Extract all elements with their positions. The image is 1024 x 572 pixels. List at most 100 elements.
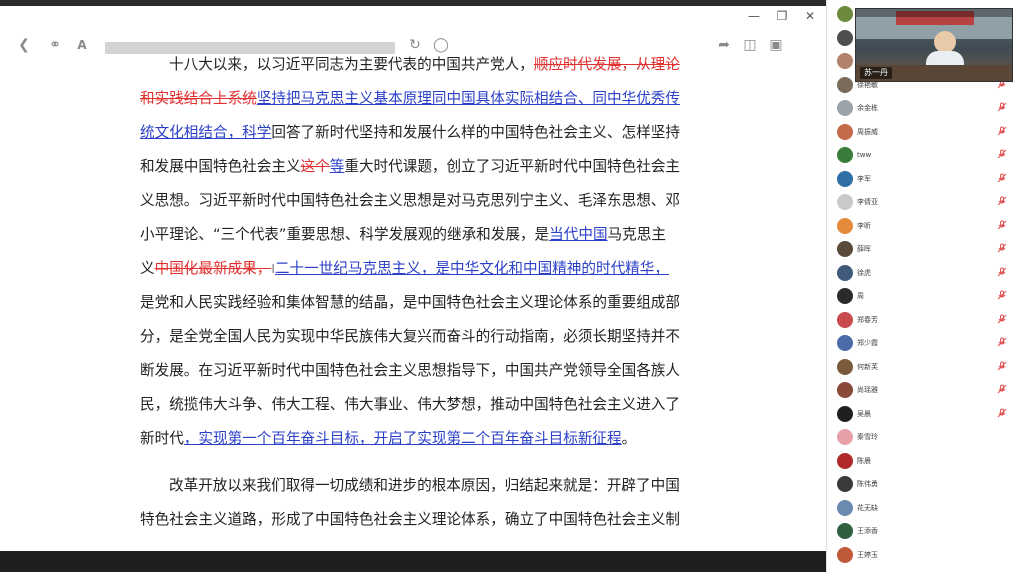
avatar [837,217,853,234]
participant-row[interactable]: 秦雪玲 [827,426,1024,449]
avatar [837,499,853,516]
participant-name: 余金栋 [857,104,878,112]
document-line: 新时代，实现第一个百年奋斗目标，开启了实现第二个百年奋斗目标新征程。 [140,422,700,456]
participant-row[interactable]: 何新芙 [827,356,1024,379]
restore-icon[interactable]: ❐ [776,10,788,22]
participant-row[interactable]: 李昕 [827,215,1024,238]
avatar [837,546,853,563]
document-line: 特色社会主义道路，形成了中国特色社会主义理论体系，确立了中国特色社会主义制 [140,503,700,537]
body-text: 断发展。在习近平新时代中国特色社会主义思想指导下，中国共产党领导全国各族人 [140,362,680,379]
document-line: 统文化相结合，科学回答了新时代坚持和发展什么样的中国特色社会主义、怎样坚持 [140,116,700,150]
avatar [837,147,853,163]
avatar [837,194,853,210]
minimize-icon[interactable]: — [748,10,760,22]
body-text: 。 [621,430,637,447]
participant-row[interactable]: 花无缺 [827,497,1024,520]
avatar [837,405,853,422]
speaker-head [934,31,956,53]
video-top-bar [856,9,1012,17]
body-text: 重大时代课题，创立了习近平新时代中国特色社会主 [344,158,681,175]
avatar [837,429,853,445]
document-line: 和发展中国特色社会主义这个等重大时代课题，创立了习近平新时代中国特色社会主 [140,150,700,184]
document-line: 小平理论、“三个代表”重要思想、科学发展观的继承和发展，是当代中国马克思主 [140,218,700,252]
window-controls: — ❐ ✕ [748,10,816,22]
inserted-text: 二十一世纪马克思主义，是中华文化和中国精神的时代精华， [274,260,669,277]
inserted-text: 等 [329,158,345,175]
screenshot-icon[interactable]: ▣ [768,37,784,53]
mic-muted-icon [996,267,1008,279]
document-window: — ❐ ✕ ❮ ⚭ A ↻ ◯ ➦ ◫ ▣ 十八大以来，以习近平同志为主要代表的… [0,6,826,551]
mic-muted-icon [996,290,1008,302]
mic-muted-icon [996,314,1008,326]
participant-row[interactable]: 郑少霞 [827,332,1024,355]
participants-panel: 徐艳敏 余金栋 周振威 tww 李军 李倩亚 李昕 薛晖 徐虎周郑春芳 郑少霞 何新芙 尚瑶雅 吴晨 秦雪… [826,0,1024,572]
participant-name: 周振威 [857,127,878,136]
avatar [837,288,853,304]
participant-row[interactable]: 李军 [827,168,1024,191]
avatar [837,123,853,140]
participant-name: 薛晖 [857,245,871,253]
body-text: 马克思主 [607,226,666,243]
avatar [837,29,853,46]
participant-row[interactable]: 周振威 [827,121,1024,144]
bottom-bar [0,551,826,572]
participant-row[interactable]: 周 [827,285,1024,308]
avatar [837,53,853,69]
participant-name: 陈伟勇 [857,480,878,488]
participant-row[interactable]: 薛晖 [827,238,1024,261]
mic-muted-icon [996,196,1008,208]
document-line: 义思想。习近平新时代中国特色社会主义思想是对马克思列宁主义、毛泽东思想、邓 [140,184,700,218]
participant-row[interactable]: 徐虎 [827,262,1024,285]
participant-row[interactable]: 余金栋 [827,97,1024,120]
participant-name: 徐虎 [857,268,871,277]
document-line: 义中国化最新成果，I二十一世纪马克思主义，是中华文化和中国精神的时代精华， [140,252,700,286]
video-tile[interactable]: 苏一丹 [855,8,1013,82]
speaker-name: 苏一丹 [860,67,892,79]
participant-row[interactable]: 王婷玉 [827,544,1024,567]
back-icon[interactable]: ❮ [16,37,32,53]
participant-name: 郑少霞 [857,339,878,347]
document-line: 十八大以来，以习近平同志为主要代表的中国共产党人，顺应时代发展，从理论 [140,48,700,82]
participant-row[interactable]: 王添香 [827,520,1024,543]
participant-name: 陈晨 [857,456,871,465]
deleted-text: 中国化最新成果， [154,260,272,277]
participant-row[interactable]: tww [827,144,1024,167]
participant-row[interactable]: 吴晨 [827,403,1024,426]
document-body[interactable]: 十八大以来，以习近平同志为主要代表的中国共产党人，顺应时代发展，从理论 和实践结合… [140,48,700,537]
mic-muted-icon [996,149,1008,161]
app-root: — ❐ ✕ ❮ ⚭ A ↻ ◯ ➦ ◫ ▣ 十八大以来，以习近平同志为主要代表的… [0,0,1024,572]
avatar [837,335,853,351]
avatar [837,452,853,469]
inserted-text: ，实现第一个百年奋斗目标，开启了实现第二个百年奋斗目标新征程 [183,430,622,447]
mic-muted-icon [996,337,1008,349]
body-text: 义 [140,260,155,277]
body-text: 是党和人民实践经验和集体智慧的结晶，是中国特色社会主义理论体系的重要组成部 [140,294,680,311]
body-text: 特色社会主义道路，形成了中国特色社会主义理论体系，确立了中国特色社会主义制 [140,511,680,528]
participant-name: tww [857,151,872,159]
deleted-text: 顺应时代发展，从理论 [533,56,680,73]
cube-icon[interactable]: ◫ [742,37,758,53]
avatar [837,170,853,187]
participant-row[interactable]: 尚瑶雅 [827,379,1024,402]
participant-name: 李军 [857,174,871,183]
participant-name: 王婷玉 [857,550,878,559]
participant-row[interactable]: 陈伟勇 [827,473,1024,496]
participant-name: 花无缺 [857,503,878,512]
document-line: 和实践结合上系统坚持把马克思主义基本原理同中国具体实际相结合、同中华优秀传 [140,82,700,116]
mic-muted-icon [996,384,1008,396]
participant-row[interactable]: 陈晨 [827,450,1024,473]
link-icon[interactable]: ⚭ [47,37,63,53]
font-size-icon[interactable]: A [74,37,90,53]
participant-name: 周 [857,292,864,300]
inserted-text: 当代中国 [549,226,608,243]
participant-row[interactable]: 郑春芳 [827,309,1024,332]
share-icon[interactable]: ➦ [716,37,732,53]
avatar [837,264,853,281]
document-line: 断发展。在习近平新时代中国特色社会主义思想指导下，中国共产党领导全国各族人 [140,354,700,388]
participant-row[interactable]: 李倩亚 [827,191,1024,214]
avatar [837,311,853,328]
participant-name: 秦雪玲 [857,433,878,441]
body-text: 新时代 [140,430,184,447]
close-icon[interactable]: ✕ [804,10,816,22]
